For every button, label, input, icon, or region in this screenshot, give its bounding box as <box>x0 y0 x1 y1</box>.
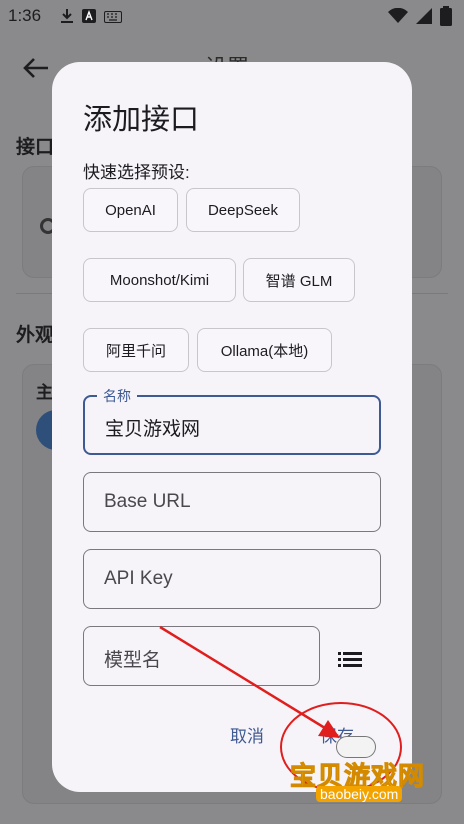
preset-chip-qwen[interactable]: 阿里千问 <box>83 328 189 372</box>
quick-select-label: 快速选择预设: <box>83 163 190 182</box>
section-appearance-heading: 外观 <box>16 325 55 346</box>
preset-chip-deepseek[interactable]: DeepSeek <box>186 188 300 232</box>
watermark-url: baobeiy.com <box>316 786 403 802</box>
section-interfaces-heading: 接口 <box>16 137 55 158</box>
keyboard-icon <box>104 10 122 28</box>
download-icon <box>60 8 74 29</box>
gamepad-icon <box>336 736 376 758</box>
base-url-placeholder: Base URL <box>104 491 191 512</box>
add-interface-dialog: 添加接口 快速选择预设: OpenAI DeepSeek Moonshot/Ki… <box>52 62 412 792</box>
cancel-button[interactable]: 取消 <box>230 722 264 747</box>
preset-chip-moonshot[interactable]: Moonshot/Kimi <box>83 258 236 302</box>
name-field[interactable]: 名称 宝贝游戏网 <box>83 386 381 455</box>
preset-chip-openai[interactable]: OpenAI <box>83 188 178 232</box>
api-key-field[interactable]: API Key <box>83 549 381 609</box>
model-list-icon[interactable] <box>338 649 362 669</box>
name-field-value: 宝贝游戏网 <box>105 419 201 440</box>
theme-label: 主 <box>36 383 53 402</box>
name-field-label: 名称 <box>97 386 137 406</box>
signal-icon <box>416 8 432 29</box>
status-time: 1:36 <box>8 6 42 25</box>
preset-chip-glm[interactable]: 智谱 GLM <box>243 258 355 302</box>
preset-chip-ollama[interactable]: Ollama(本地) <box>197 328 332 372</box>
model-name-placeholder: 模型名 <box>104 650 162 671</box>
dialog-title: 添加接口 <box>83 104 200 136</box>
text-app-icon <box>82 9 96 28</box>
battery-icon <box>440 6 452 31</box>
base-url-field[interactable]: Base URL <box>83 472 381 532</box>
back-arrow-icon[interactable] <box>22 56 50 80</box>
api-key-placeholder: API Key <box>104 568 173 589</box>
wifi-icon <box>388 7 408 29</box>
status-bar: 1:36 <box>0 0 464 32</box>
model-name-field[interactable]: 模型名 <box>83 626 320 686</box>
